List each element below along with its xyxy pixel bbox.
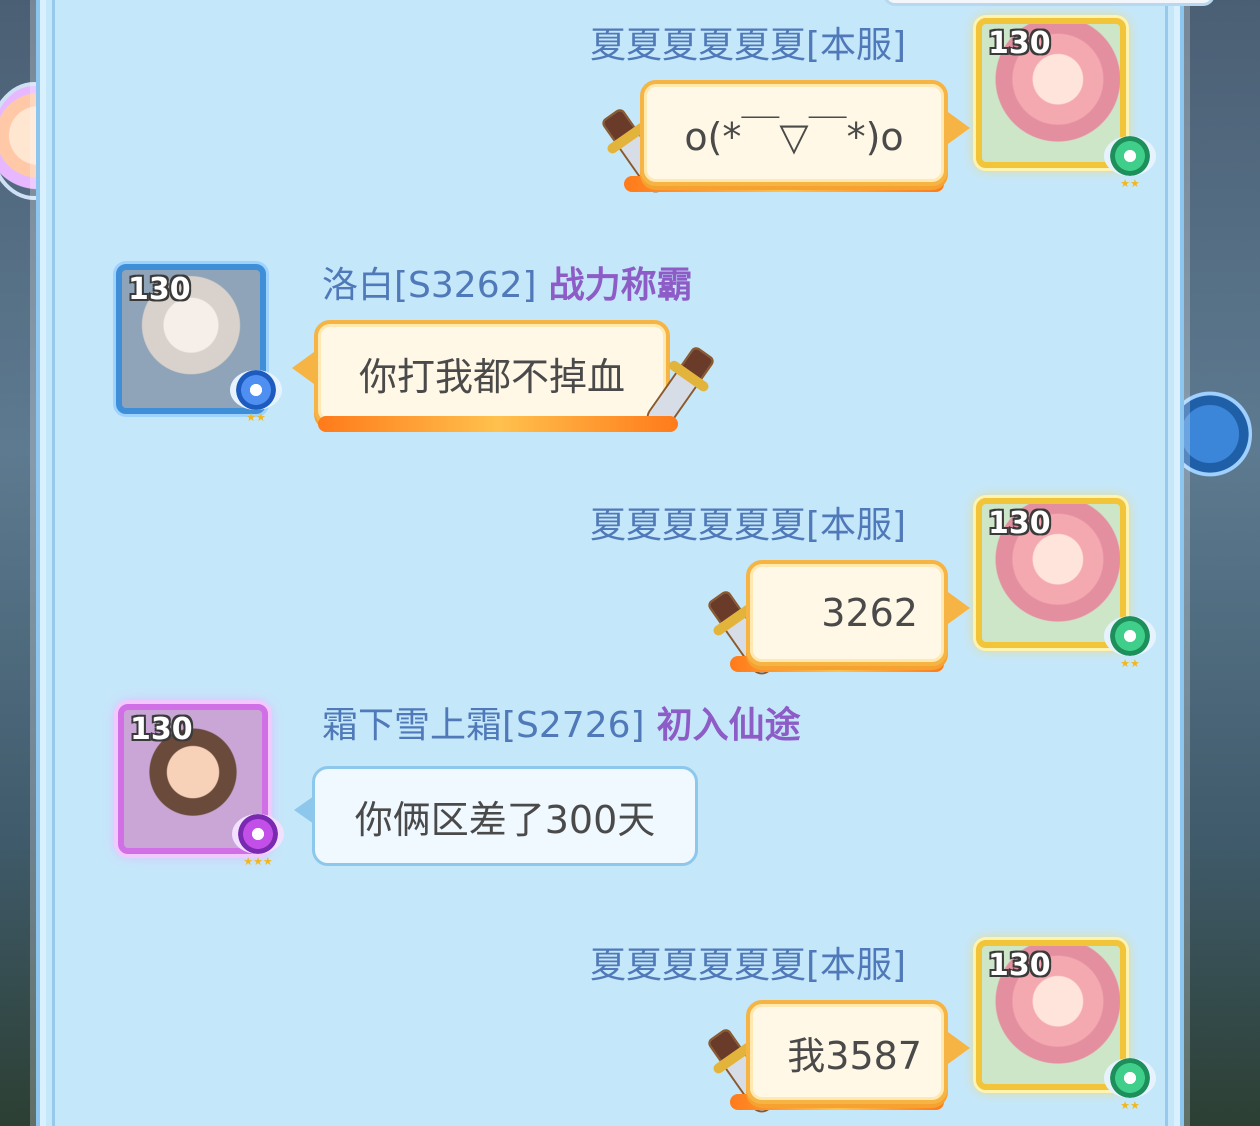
- level-badge: 130: [988, 506, 1051, 541]
- rank-stars: ★★: [1120, 657, 1140, 670]
- sender-name[interactable]: 夏夏夏夏夏夏[本服]: [590, 504, 906, 548]
- level-badge: 130: [130, 712, 193, 747]
- sender-name[interactable]: 霜下雪上霜[S2726] 初入仙途: [322, 704, 801, 748]
- message-bubble[interactable]: 3262: [746, 560, 948, 666]
- level-badge: 130: [988, 26, 1051, 61]
- rank-emblem-icon: ★★: [1104, 1058, 1156, 1112]
- rank-stars: ★★: [1120, 1099, 1140, 1112]
- avatar[interactable]: 130 ★★: [976, 940, 1156, 1112]
- flame-decoration: [318, 416, 678, 432]
- bubble-tail: [948, 112, 970, 144]
- bubble-tail: [294, 796, 314, 824]
- rank-stars: ★★: [246, 411, 266, 424]
- rank-emblem-icon: ★★★: [232, 814, 284, 868]
- rank-emblem-icon: ★★: [1104, 136, 1156, 190]
- rank-stars: ★★★: [243, 855, 273, 868]
- previous-message-bubble: [883, 0, 1215, 6]
- message-bubble[interactable]: 我3587: [746, 1000, 948, 1104]
- bubble-tail: [292, 352, 314, 384]
- message-text: 你俩区差了300天: [354, 797, 656, 842]
- level-badge: 130: [128, 272, 191, 307]
- player-title: 初入仙途: [656, 705, 801, 746]
- sender-name[interactable]: 夏夏夏夏夏夏[本服]: [590, 944, 906, 988]
- rank-emblem-icon: ★★: [1104, 616, 1156, 670]
- rank-emblem-icon: ★★: [230, 370, 282, 424]
- avatar[interactable]: 130 ★★: [976, 18, 1156, 190]
- bubble-tail: [948, 1032, 970, 1064]
- avatar[interactable]: 130 ★★: [116, 264, 282, 424]
- message-text: 3262: [821, 591, 918, 635]
- message-bubble[interactable]: 你俩区差了300天: [312, 766, 698, 866]
- sender-name[interactable]: 夏夏夏夏夏夏[本服]: [590, 24, 906, 68]
- message-text: o(*￣▽￣*)o: [684, 114, 904, 159]
- rank-stars: ★★: [1120, 177, 1140, 190]
- avatar[interactable]: 130 ★★★: [118, 704, 284, 868]
- sender-name[interactable]: 洛白[S3262] 战力称霸: [322, 264, 693, 308]
- avatar[interactable]: 130 ★★: [976, 498, 1156, 670]
- level-badge: 130: [988, 948, 1051, 983]
- message-bubble[interactable]: o(*￣▽￣*)o: [640, 80, 948, 186]
- message-bubble[interactable]: 你打我都不掉血: [314, 320, 670, 426]
- message-text: 我3587: [787, 1033, 922, 1078]
- bubble-tail: [948, 592, 970, 624]
- message-text: 你打我都不掉血: [358, 354, 625, 399]
- player-title: 战力称霸: [548, 265, 693, 306]
